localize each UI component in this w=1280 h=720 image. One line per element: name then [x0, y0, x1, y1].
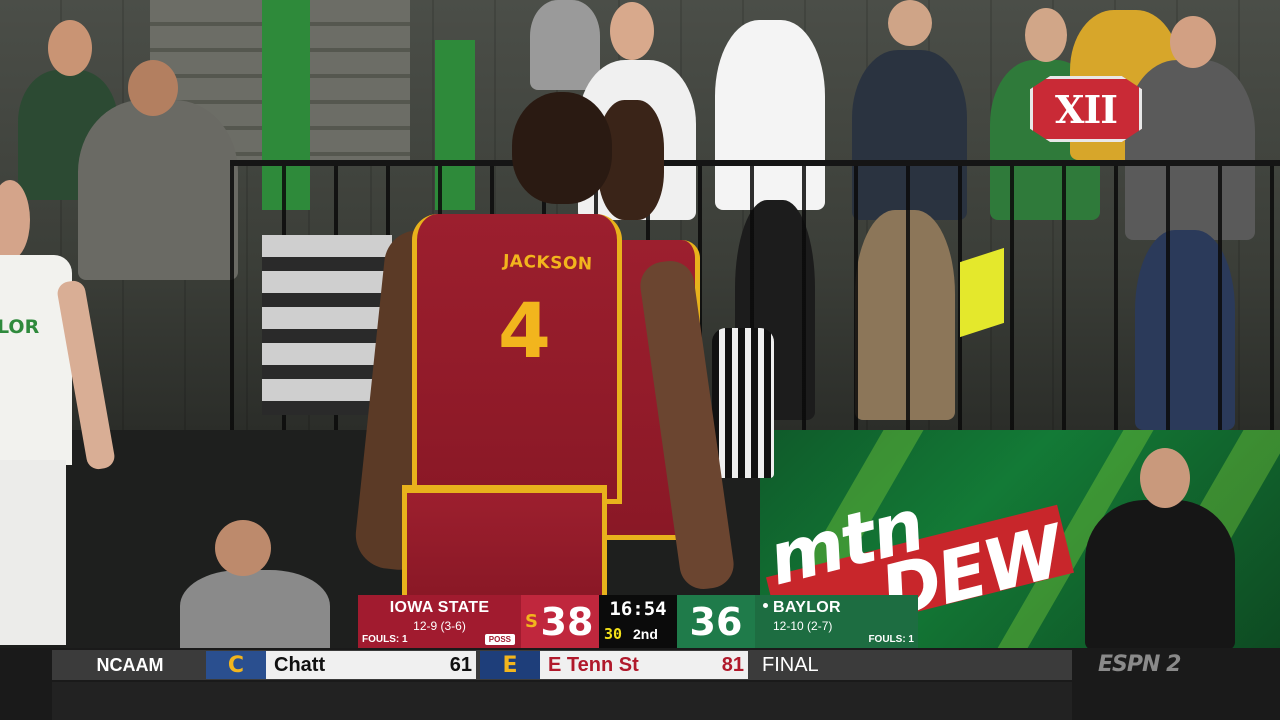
ticker-game-status: FINAL [762, 654, 819, 676]
courtside-spectator [1085, 500, 1235, 650]
big12-logo: XII [1030, 76, 1142, 142]
jersey-number: 4 [498, 286, 551, 375]
game-clock-panel: 16:54 30 2nd [599, 595, 677, 648]
ticker-team2-score: 81 [721, 654, 744, 676]
away-team-dot-icon [763, 603, 768, 608]
fan-head [48, 20, 92, 76]
ticker-team1-name: Chatt [274, 654, 326, 676]
fan-head [128, 60, 178, 116]
courtside-spectator-head [1140, 448, 1190, 508]
player-1-shorts [402, 485, 607, 600]
fan-head [1170, 16, 1216, 68]
home-team-name: IOWA STATE [389, 599, 490, 616]
ticker-league: NCAAM [96, 655, 164, 675]
chattanooga-logo-letter: C [227, 652, 245, 678]
ticker-team1-score: 61 [449, 654, 472, 676]
fan-head [1025, 8, 1067, 62]
big12-logo-text: XII [1054, 86, 1118, 132]
ticker-lower-bar [52, 682, 1072, 720]
broadcast-video-frame: mtn DEW LOR JACKSON 4 XII [0, 0, 1280, 650]
game-period: 2nd [633, 626, 658, 642]
home-team-record: 12-9 (3-6) [413, 619, 466, 633]
etsu-logo-icon: E [480, 651, 540, 679]
fan [530, 0, 600, 90]
baylor-jersey-text: LOR [0, 316, 40, 338]
jersey-name: JACKSON [502, 251, 593, 275]
home-team-panel: IOWA STATE 12-9 (3-6) FOULS: 1 POSS [358, 595, 521, 648]
fan-head [610, 2, 654, 60]
baylor-player-shorts [0, 460, 66, 645]
espn2-logo: ESPN 2 [1098, 652, 1181, 677]
home-score: 38 [540, 600, 594, 644]
etsu-logo-letter: E [502, 652, 518, 678]
home-score-panel: S 38 [521, 595, 599, 648]
away-team-name: BAYLOR [773, 599, 841, 616]
possession-indicator: POSS [484, 634, 515, 645]
home-team-fouls: FOULS: 1 [362, 634, 408, 645]
ticker-team2-name: E Tenn St [548, 654, 639, 676]
yellow-flag [960, 247, 1004, 338]
away-team-record: 12-10 (2-7) [773, 619, 833, 633]
shot-clock: 30 [604, 625, 623, 643]
away-score: 36 [689, 600, 743, 644]
fan [78, 100, 238, 280]
chattanooga-logo-icon: C [206, 651, 266, 679]
game-clock: 16:54 [609, 598, 667, 620]
away-team-fouls: FOULS: 1 [868, 634, 914, 645]
fan-head [888, 0, 932, 46]
courtside-spectator [180, 570, 330, 650]
player-1-head [512, 92, 612, 204]
courtside-spectator-head [215, 520, 271, 576]
away-score-panel: 36 [677, 595, 755, 648]
score-bug: IOWA STATE 12-9 (3-6) FOULS: 1 POSS S 38… [358, 595, 918, 648]
referee [712, 328, 774, 478]
away-team-panel: BAYLOR 12-10 (2-7) FOULS: 1 [755, 595, 918, 648]
